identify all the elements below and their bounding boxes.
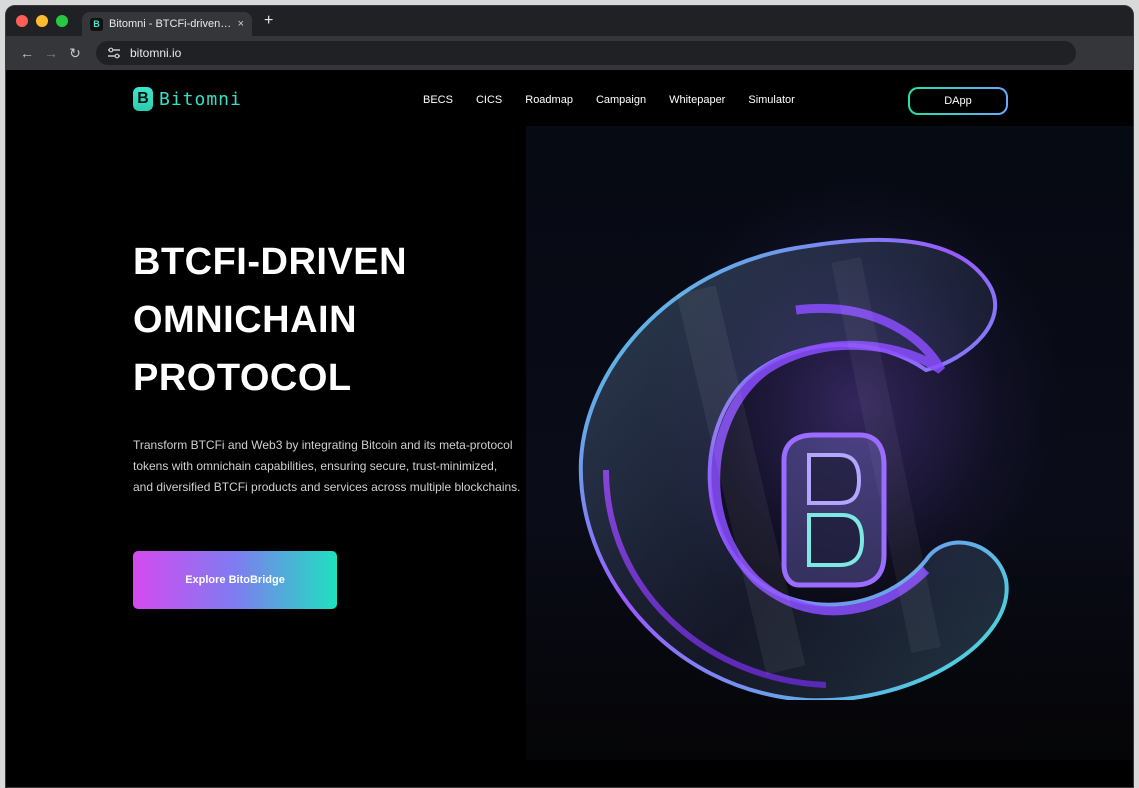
site-info-icon[interactable] bbox=[104, 45, 124, 61]
nav-link-simulator[interactable]: Simulator bbox=[748, 94, 794, 106]
hero-description-line: and diversified BTCFi products and servi… bbox=[133, 480, 521, 494]
maximize-window-button[interactable] bbox=[56, 15, 68, 27]
nav-link-roadmap[interactable]: Roadmap bbox=[525, 94, 573, 106]
hero-title-line: BTCFI-DRIVEN bbox=[133, 241, 408, 283]
url-text: bitomni.io bbox=[130, 46, 182, 60]
hero-title: BTCFI-DRIVEN OMNICHAIN PROTOCOL bbox=[133, 233, 533, 407]
site-navbar: B Bitomni BECS CICS Roadmap Campaign Whi… bbox=[6, 70, 1133, 128]
logo-text: Bitomni bbox=[159, 88, 242, 110]
minimize-window-button[interactable] bbox=[36, 15, 48, 27]
close-window-button[interactable] bbox=[16, 15, 28, 27]
hero-description-line: Transform BTCFi and Web3 by integrating … bbox=[133, 438, 513, 452]
nav-link-becs[interactable]: BECS bbox=[423, 94, 453, 106]
back-icon[interactable]: ← bbox=[16, 45, 38, 61]
b-logo-3d-icon bbox=[578, 237, 1009, 700]
tab-strip: B Bitomni - BTCFi-driven Omnichain Proto… bbox=[6, 6, 1133, 36]
close-tab-icon[interactable]: × bbox=[238, 18, 244, 30]
tab-title: Bitomni - BTCFi-driven Omnichain Protoco… bbox=[109, 18, 232, 30]
address-bar[interactable]: bitomni.io bbox=[96, 41, 1076, 65]
window-controls bbox=[16, 15, 68, 27]
nav-link-whitepaper[interactable]: Whitepaper bbox=[669, 94, 725, 106]
forward-icon[interactable]: → bbox=[40, 45, 62, 61]
nav-link-cics[interactable]: CICS bbox=[476, 94, 502, 106]
hero-description: Transform BTCFi and Web3 by integrating … bbox=[133, 435, 583, 498]
hero-title-line: OMNICHAIN bbox=[133, 299, 358, 341]
nav-links: BECS CICS Roadmap Campaign Whitepaper Si… bbox=[423, 94, 818, 106]
favicon-icon: B bbox=[90, 17, 103, 31]
new-tab-icon[interactable]: + bbox=[264, 12, 273, 30]
hero-description-line: tokens with omnichain capabilities, ensu… bbox=[133, 459, 498, 473]
browser-tab[interactable]: B Bitomni - BTCFi-driven Omnichain Proto… bbox=[82, 12, 252, 36]
nav-link-campaign[interactable]: Campaign bbox=[596, 94, 646, 106]
browser-window: B Bitomni - BTCFi-driven Omnichain Proto… bbox=[5, 5, 1134, 788]
hero-title-line: PROTOCOL bbox=[133, 357, 352, 399]
logo-icon: B bbox=[133, 87, 153, 111]
browser-toolbar: ← → ↻ bitomni.io bbox=[6, 36, 1133, 70]
dapp-button-label: DApp bbox=[910, 89, 1006, 113]
site-logo[interactable]: B Bitomni bbox=[133, 87, 242, 111]
dapp-button[interactable]: DApp bbox=[908, 87, 1008, 115]
web-page: B Bitomni BECS CICS Roadmap Campaign Whi… bbox=[6, 70, 1133, 787]
explore-bitobridge-button[interactable]: Explore BitoBridge bbox=[133, 551, 337, 609]
reload-icon[interactable]: ↻ bbox=[64, 45, 86, 62]
